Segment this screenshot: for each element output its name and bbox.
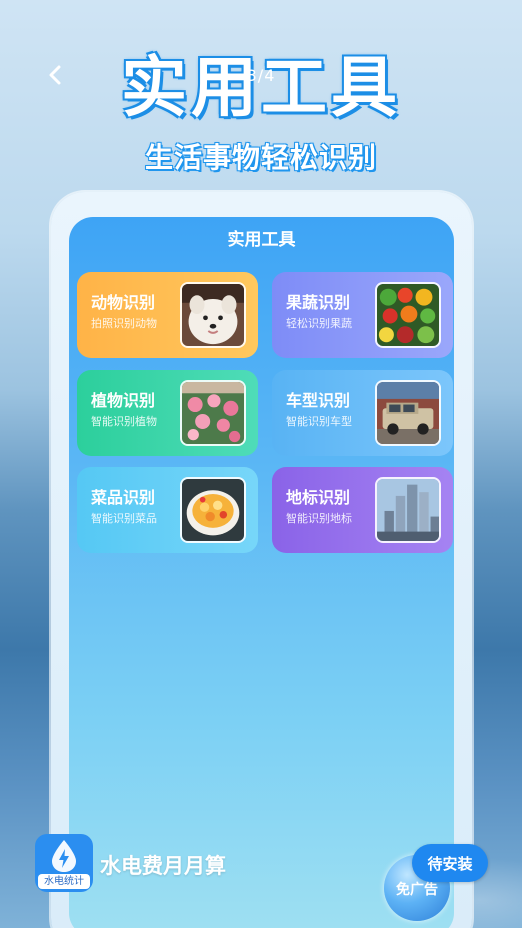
card-desc: 智能识别植物: [91, 415, 157, 428]
card-car-recognition[interactable]: 车型识别 智能识别车型: [272, 370, 453, 456]
card-landmark-recognition[interactable]: 地标识别 智能识别地标: [272, 467, 453, 553]
no-ads-label: 免广告: [396, 882, 438, 898]
card-label: 动物识别: [91, 293, 156, 312]
app-name[interactable]: 水电费月月算: [100, 850, 226, 880]
land-cruiser-car-photo: [375, 380, 441, 446]
card-animal-recognition[interactable]: 动物识别 拍照识别动物: [77, 272, 258, 358]
card-desc: 智能识别菜品: [91, 512, 157, 525]
app-icon-label: 水电统计: [38, 874, 90, 889]
screen-title: 实用工具: [227, 230, 296, 250]
card-desc: 智能识别地标: [286, 512, 352, 525]
fruits-vegetables-photo: [375, 282, 441, 348]
card-label: 菜品识别: [91, 488, 156, 507]
page-subtitle: 生活事物轻松识别: [144, 141, 377, 174]
city-skyscrapers-photo: [375, 477, 441, 543]
card-fruit-recognition[interactable]: 果蔬识别 轻松识别果蔬: [272, 272, 453, 358]
card-plant-recognition[interactable]: 植物识别 智能识别植物: [77, 370, 258, 456]
app-icon[interactable]: 水电统计: [35, 834, 93, 892]
install-button[interactable]: 待安装: [412, 844, 488, 882]
card-dish-recognition[interactable]: 菜品识别 智能识别菜品: [77, 467, 258, 553]
dessert-bowl-photo: [180, 477, 246, 543]
card-label: 果蔬识别: [286, 293, 351, 312]
card-desc: 轻松识别果蔬: [286, 317, 352, 330]
water-drop-lightning-icon: [52, 840, 76, 872]
card-desc: 智能识别车型: [286, 415, 352, 428]
samoyed-dog-photo: [180, 282, 246, 348]
card-label: 车型识别: [286, 391, 351, 410]
card-label: 地标识别: [286, 488, 351, 507]
card-desc: 拍照识别动物: [91, 317, 157, 330]
page-counter: 3/4: [246, 66, 276, 85]
pink-flowers-photo: [180, 380, 246, 446]
card-label: 植物识别: [91, 391, 156, 410]
